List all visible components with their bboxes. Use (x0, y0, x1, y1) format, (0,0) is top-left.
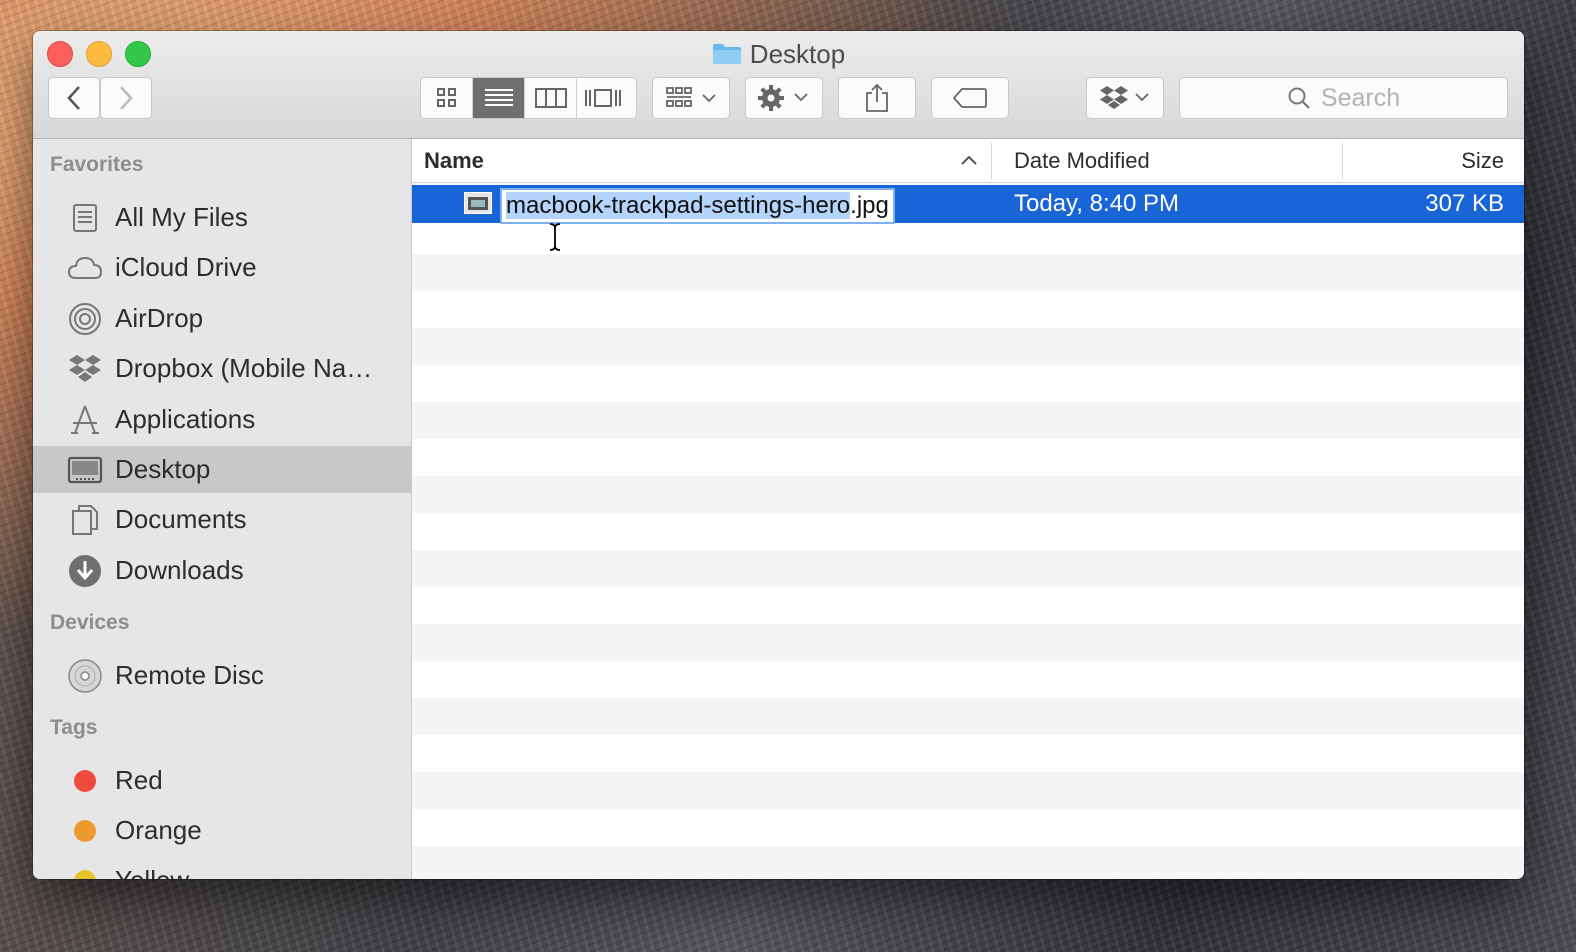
sidebar-item-desktop[interactable]: Desktop (33, 446, 411, 493)
sidebar-item-all-my-files[interactable]: All My Files (33, 194, 411, 241)
sidebar-item-label: Orange (115, 815, 202, 845)
sidebar-item-airdrop[interactable]: AirDrop (33, 295, 411, 342)
sidebar-item-label: All My Files (115, 202, 248, 232)
sidebar-item-label: Remote Disc (115, 660, 264, 690)
favorites-header: Favorites (50, 153, 144, 176)
toolbar: Desktop Search (33, 31, 1524, 139)
sidebar: Favorites All My Files iCloud Drive AirD… (33, 139, 412, 879)
sidebar-item-remote-disc[interactable]: Remote Disc (33, 652, 411, 699)
column-header-date-modified[interactable]: Date Modified (1014, 139, 1150, 182)
sidebar-item-label: Dropbox (Mobile Na… (115, 353, 373, 383)
table-row[interactable]: macbook-trackpad-settings-hero.jpg Today… (412, 185, 1524, 224)
search-field[interactable]: Search (1179, 77, 1508, 119)
file-date-modified: Today, 8:40 PM (1014, 190, 1179, 217)
airdrop-icon (67, 301, 103, 337)
arrange-icon (666, 87, 716, 107)
column-view-button[interactable] (525, 78, 577, 118)
tag-color-dot (67, 863, 103, 879)
column-divider[interactable] (1342, 143, 1343, 179)
desktop-icon (67, 452, 103, 488)
window-title: Desktop (33, 37, 1524, 71)
column-header-size[interactable]: Size (1461, 139, 1504, 182)
cover-flow-button[interactable] (577, 78, 629, 118)
sidebar-item-tag-orange[interactable]: Orange (33, 807, 411, 854)
action-button[interactable] (745, 77, 823, 119)
gear-icon (758, 85, 808, 111)
filename-rename-field[interactable]: macbook-trackpad-settings-hero.jpg (500, 188, 895, 224)
icon-view-button[interactable] (421, 78, 473, 118)
sidebar-item-label: Applications (115, 404, 256, 434)
image-file-icon (464, 192, 492, 214)
search-icon (1288, 87, 1310, 109)
column-header-name[interactable]: Name (424, 139, 484, 182)
all-files-icon (67, 200, 103, 236)
arrange-button[interactable] (652, 77, 730, 119)
sidebar-item-label: Documents (115, 504, 247, 534)
forward-button[interactable] (100, 77, 152, 119)
list-view-button[interactable] (473, 78, 525, 118)
tags-header: Tags (50, 716, 98, 739)
share-icon (866, 83, 888, 112)
window-title-text: Desktop (749, 39, 846, 69)
finder-window: Desktop Search Favorites All My Files iC… (33, 31, 1524, 879)
list-view-icon (484, 89, 513, 106)
back-icon (67, 86, 80, 110)
sidebar-item-label: AirDrop (115, 303, 204, 333)
downloads-icon (67, 553, 103, 589)
text-cursor-icon (549, 223, 561, 251)
column-divider[interactable] (991, 143, 992, 179)
sidebar-item-tag-yellow[interactable]: Yellow (33, 857, 411, 879)
forward-icon (120, 86, 133, 110)
share-button[interactable] (838, 77, 916, 119)
dropbox-icon (1100, 86, 1149, 109)
icon-view-icon (436, 88, 456, 107)
sidebar-item-tag-red[interactable]: Red (33, 757, 411, 804)
cover-flow-icon (585, 89, 621, 107)
folder-icon (712, 44, 741, 64)
file-size: 307 KB (1425, 190, 1504, 217)
file-list: Name Date Modified Size macbook-trackpad… (412, 139, 1524, 879)
documents-icon (67, 502, 103, 538)
sidebar-item-downloads[interactable]: Downloads (33, 547, 411, 594)
tag-color-dot (67, 763, 103, 799)
back-button[interactable] (48, 77, 100, 119)
sidebar-item-label: Downloads (115, 555, 244, 585)
tag-icon (952, 88, 987, 108)
sidebar-item-icloud-drive[interactable]: iCloud Drive (33, 244, 411, 291)
filename-selected-text: macbook-trackpad-settings-hero (506, 192, 851, 219)
applications-icon (67, 402, 103, 438)
sidebar-item-dropbox[interactable]: Dropbox (Mobile Na… (33, 345, 411, 392)
tag-color-dot (67, 813, 103, 849)
sidebar-item-applications[interactable]: Applications (33, 396, 411, 443)
view-switcher (420, 77, 637, 119)
search-placeholder: Search (1320, 83, 1401, 112)
sidebar-item-label: Red (115, 765, 163, 795)
sidebar-item-label: Yellow (115, 865, 189, 879)
edit-tags-button[interactable] (931, 77, 1009, 119)
filename-extension: .jpg (850, 192, 889, 219)
sort-ascending-icon (961, 155, 977, 165)
dropbox-icon (67, 351, 103, 387)
sidebar-item-label: Desktop (115, 454, 211, 484)
column-view-icon (534, 88, 567, 108)
sidebar-item-documents[interactable]: Documents (33, 496, 411, 543)
cloud-icon (67, 250, 103, 286)
disc-icon (67, 658, 103, 694)
column-header-row: Name Date Modified Size (412, 139, 1524, 183)
devices-header: Devices (50, 611, 130, 634)
dropbox-button[interactable] (1086, 77, 1164, 119)
sidebar-item-label: iCloud Drive (115, 252, 257, 282)
